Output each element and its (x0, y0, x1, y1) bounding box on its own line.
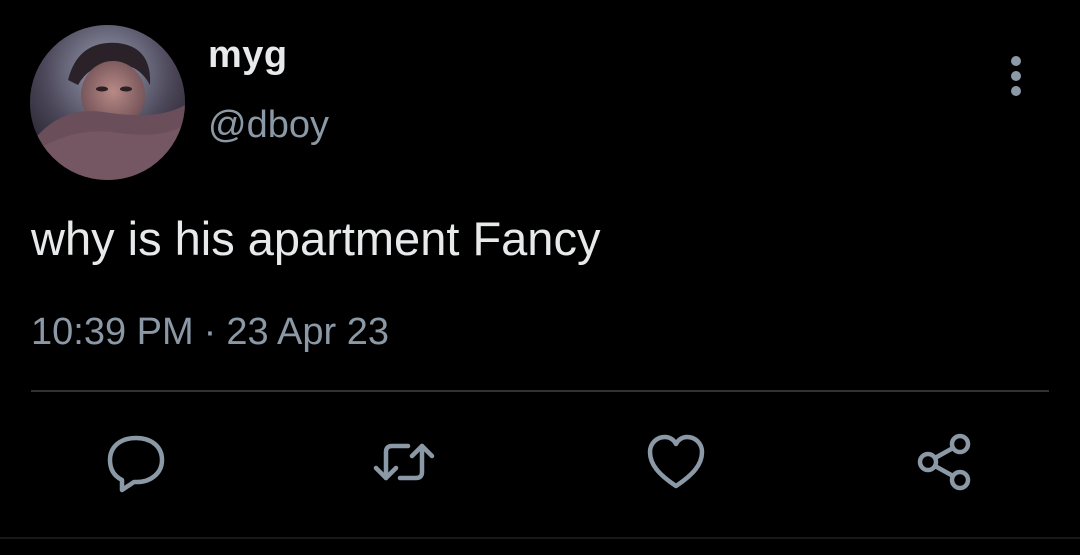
more-options-icon[interactable] (1002, 54, 1032, 98)
tweet-timestamp[interactable]: 10:39 PM · 23 Apr 23 (31, 313, 389, 351)
divider (31, 390, 1049, 392)
share-button[interactable] (912, 430, 976, 494)
reply-button[interactable] (104, 430, 168, 494)
user-handle[interactable]: @dboy (208, 106, 329, 144)
reply-icon (107, 435, 165, 493)
like-icon (647, 434, 705, 489)
tweet-time: 10:39 PM (31, 311, 194, 353)
avatar[interactable] (30, 25, 185, 180)
avatar-photo (30, 25, 185, 180)
meta-separator: · (203, 311, 217, 353)
tweet-text: why is his apartment Fancy (31, 212, 601, 265)
retweet-icon (373, 443, 435, 481)
tweet-date: 23 Apr 23 (226, 311, 389, 353)
tweet-card: myg @dboy why is his apartment Fancy 10:… (0, 0, 1080, 555)
retweet-button[interactable] (372, 430, 436, 494)
like-button[interactable] (644, 430, 708, 494)
bottom-divider (0, 537, 1080, 539)
display-name[interactable]: myg (208, 36, 288, 74)
share-icon (917, 433, 971, 491)
